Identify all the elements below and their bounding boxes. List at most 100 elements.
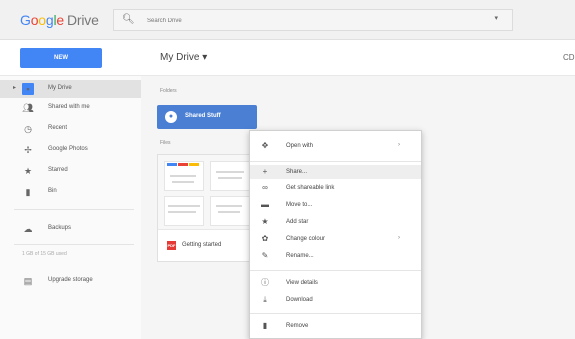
search-box[interactable]: 🔍︎ ▾ (113, 9, 513, 31)
file-footer: PDF Getting started (158, 231, 256, 261)
sidebar-item-shared-with-me[interactable]: 👥︎ Shared with me (0, 99, 141, 117)
thumbnail-accent (189, 163, 199, 166)
thumbnail-line (216, 171, 244, 173)
top-bar: GoogleDrive 🔍︎ ▾ (0, 0, 575, 40)
thumbnail-line (168, 211, 196, 213)
pencil-icon: ✎ (261, 251, 269, 260)
menu-item-change-colour[interactable]: ✿ Change colour › (250, 232, 421, 246)
search-icon[interactable]: 🔍︎ (122, 14, 135, 25)
thumbnail-accent (178, 163, 188, 166)
menu-item-label: View details (286, 280, 318, 286)
menu-item-label: Move to... (286, 202, 313, 208)
menu-item-open-with[interactable]: ✥ Open with › (250, 139, 421, 153)
link-icon: ∞ (262, 183, 268, 192)
thumbnail-line (170, 175, 196, 177)
move-icon: ✥ (261, 141, 269, 150)
menu-separator (250, 313, 421, 314)
trash-icon: ▮ (262, 321, 268, 330)
cloud-icon: ☁ (23, 224, 33, 234)
logo-letter: e (56, 12, 64, 28)
palette-icon: ✿ (261, 234, 269, 243)
search-input[interactable] (147, 14, 467, 27)
menu-item-rename[interactable]: ✎ Rename... (250, 249, 421, 263)
sidebar-item-label: My Drive (48, 85, 72, 91)
star-icon: ★ (261, 217, 269, 226)
location-dropdown[interactable]: My Drive ▾ (160, 52, 207, 63)
sidebar-item-label: Upgrade storage (48, 277, 93, 283)
menu-item-label: Share... (286, 169, 308, 175)
star-icon: ★ (23, 166, 33, 176)
header-right-label[interactable]: CD (563, 53, 575, 62)
sidebar: ▸ ▪ My Drive 👥︎ Shared with me ◷ Recent … (0, 76, 141, 339)
sidebar-item-label: Backups (48, 225, 72, 231)
action-bar: NEW My Drive ▾ CD (0, 40, 575, 76)
storage-usage-text: 1 GB of 15 GB used (22, 251, 67, 257)
storage-icon: ▤ (23, 276, 33, 286)
folder-move-icon: ▬ (261, 200, 269, 209)
sidebar-divider (14, 244, 134, 245)
file-thumbnail (158, 155, 256, 230)
logo-letter: G (20, 12, 31, 28)
sidebar-item-google-photos[interactable]: ✢ Google Photos (0, 141, 141, 159)
download-icon: ⤓ (263, 295, 267, 304)
sidebar-item-label: Recent (48, 125, 68, 131)
clock-icon: ◷ (24, 124, 32, 134)
menu-item-label: Remove (286, 323, 309, 329)
menu-item-get-shareable-link[interactable]: ∞ Get shareable link (250, 181, 421, 195)
menu-item-add-star[interactable]: ★ Add star (250, 215, 421, 229)
sidebar-item-starred[interactable]: ★ Starred (0, 162, 141, 180)
thumbnail-accent (167, 163, 177, 166)
sidebar-item-label: Shared with me (48, 104, 90, 110)
menu-item-label: Open with (286, 143, 314, 149)
file-card[interactable]: PDF Getting started (157, 154, 257, 262)
menu-item-move-to[interactable]: ▬ Move to... (250, 198, 421, 212)
logo-letter: o (38, 12, 46, 28)
logo-product: Drive (67, 12, 99, 28)
add-person-icon: + (262, 167, 268, 176)
context-menu: ✥ Open with › + Share... ∞ Get shareable… (249, 130, 422, 339)
menu-item-label: Change colour (286, 236, 326, 242)
expand-arrow-icon[interactable]: ▸ (13, 84, 16, 91)
menu-separator (250, 270, 421, 271)
thumbnail-pane (210, 161, 250, 191)
menu-item-share[interactable]: + Share... (250, 165, 421, 179)
thumbnail-line (168, 205, 200, 207)
pinwheel-icon: ✢ (24, 145, 32, 155)
menu-item-view-details[interactable]: ⓘ View details (250, 276, 421, 290)
sidebar-item-label: Bin (48, 188, 57, 194)
folder-icon: ▪ (22, 83, 34, 95)
menu-item-remove[interactable]: ▮ Remove (250, 319, 421, 333)
sidebar-divider (14, 209, 134, 210)
menu-separator (250, 161, 421, 162)
folder-name: Shared Stuff (185, 113, 221, 119)
menu-item-label: Download (286, 297, 313, 303)
thumbnail-line (216, 205, 242, 207)
chevron-right-icon: › (398, 142, 400, 148)
trash-icon: ▮ (25, 187, 31, 197)
chevron-right-icon: › (398, 235, 400, 241)
shared-folder-icon: ● (165, 111, 177, 123)
new-button[interactable]: NEW (20, 48, 102, 68)
section-label-folders: Folders (160, 88, 177, 94)
menu-item-label: Rename... (286, 253, 314, 259)
sidebar-item-upgrade-storage[interactable]: ▤ Upgrade storage (0, 272, 141, 290)
menu-item-label: Get shareable link (286, 185, 335, 191)
section-label-files: Files (160, 140, 171, 146)
thumbnail-line (172, 181, 194, 183)
thumbnail-line (218, 177, 242, 179)
folder-card[interactable]: ● Shared Stuff (157, 105, 257, 129)
sidebar-item-recent[interactable]: ◷ Recent (0, 120, 141, 138)
info-icon: ⓘ (261, 278, 269, 287)
thumbnail-line (218, 211, 240, 213)
menu-item-download[interactable]: ⤓ Download (250, 293, 421, 307)
sidebar-item-label: Google Photos (48, 146, 88, 152)
sidebar-item-bin[interactable]: ▮ Bin (0, 183, 141, 201)
sidebar-item-label: Starred (48, 167, 68, 173)
sidebar-item-my-drive[interactable]: ▸ ▪ My Drive (0, 80, 141, 98)
sidebar-item-backups[interactable]: ☁ Backups (0, 220, 141, 238)
people-icon: 👥︎ (22, 103, 34, 113)
menu-item-label: Add star (286, 219, 309, 225)
search-options-dropdown-icon[interactable]: ▾ (494, 14, 498, 22)
google-drive-logo[interactable]: Google Drive (20, 12, 99, 28)
file-name: Getting started (182, 242, 222, 248)
